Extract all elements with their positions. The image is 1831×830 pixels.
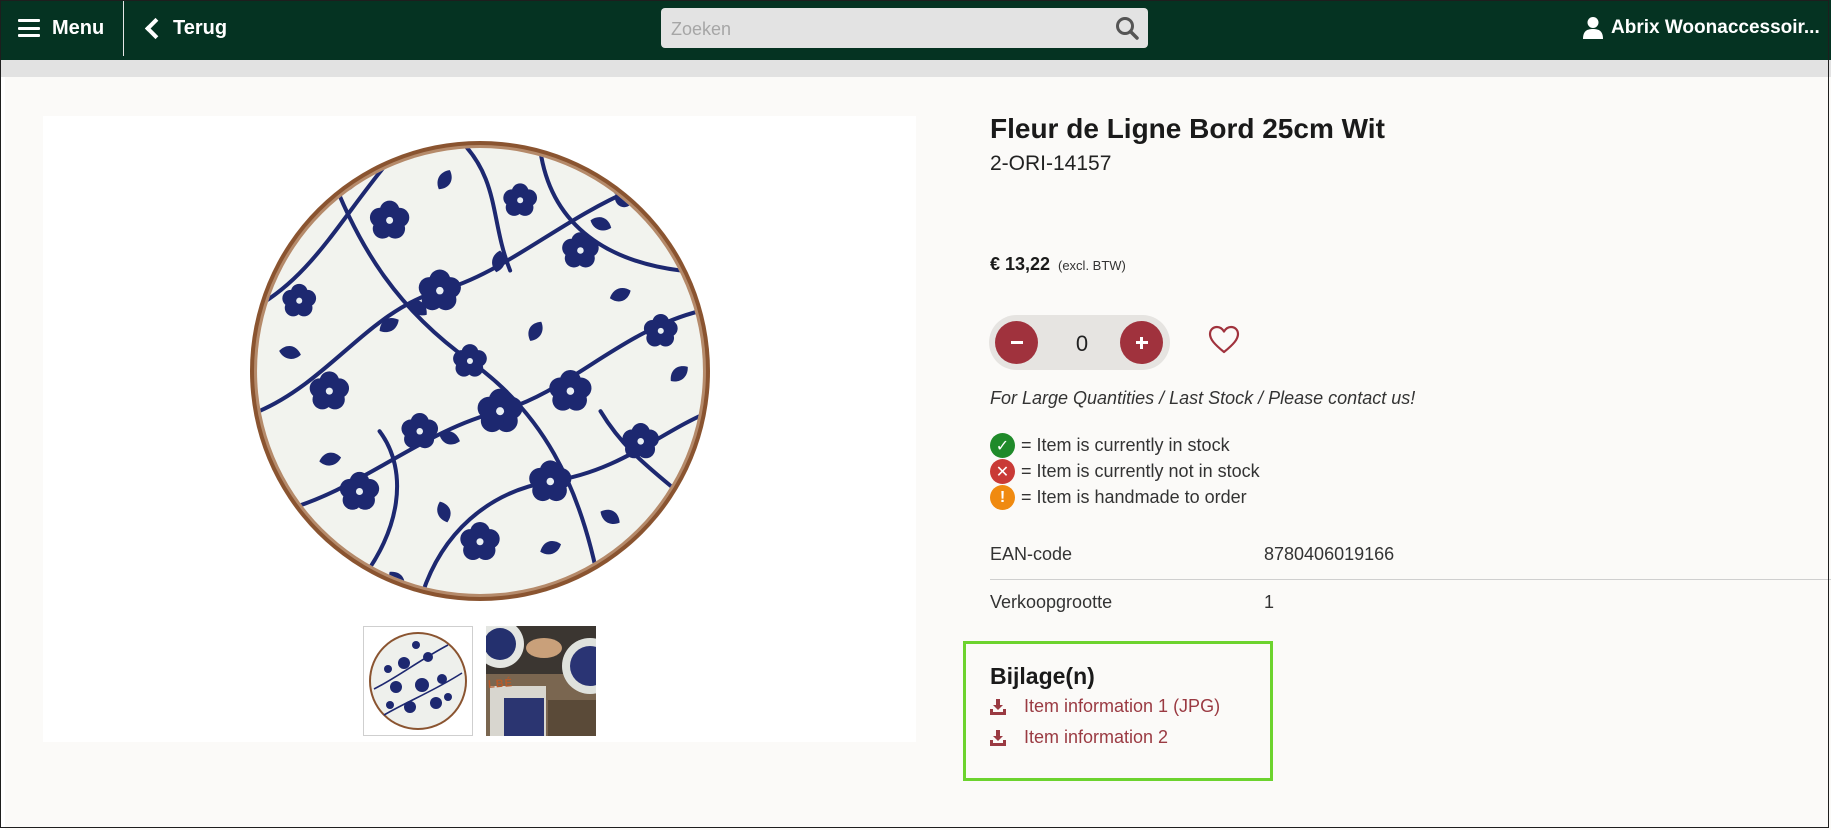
check-icon: ✓ (990, 433, 1015, 458)
decrease-quantity-button[interactable] (995, 321, 1038, 364)
plate-thumbnail-image (369, 632, 467, 730)
legend-not-in-stock: ✕ = Item is currently not in stock (990, 459, 1260, 484)
chevron-left-icon (144, 17, 167, 39)
search-box (661, 8, 1148, 50)
minus-icon (1010, 341, 1023, 344)
sub-header-bar (0, 60, 1831, 77)
lifestyle-thumbnail[interactable]: LBÉ (486, 626, 596, 736)
product-title: Fleur de Ligne Bord 25cm Wit (990, 113, 1385, 144)
lifestyle-thumbnail-caption: LBÉ (487, 677, 514, 691)
hamburger-icon (18, 19, 40, 37)
contact-note: For Large Quantities / Last Stock / Plea… (990, 388, 1416, 408)
attachment-label: Item information 2 (1024, 727, 1169, 747)
menu-label: Menu (52, 16, 105, 39)
plus-icon (1135, 336, 1148, 349)
menu-button[interactable]: Menu (18, 0, 104, 56)
attachments-title: Bijlage(n) (990, 663, 1095, 689)
attachment-label: Item information 1 (JPG) (1024, 696, 1221, 716)
spec-label: EAN-code (990, 544, 1073, 564)
download-icon (990, 698, 1006, 715)
attachment-link-1[interactable]: Item information 1 (JPG) (990, 696, 1220, 717)
product-sku: 2-ORI-14157 (990, 152, 1112, 175)
user-account-button[interactable]: Abrix Woonaccessoir... (1583, 0, 1823, 56)
favorite-heart-icon[interactable] (1208, 324, 1240, 356)
legend-handmade-text: = Item is handmade to order (1021, 487, 1247, 507)
header-divider (123, 0, 124, 56)
attachment-link-2[interactable]: Item information 2 (990, 727, 1168, 748)
spec-row-verkoopgrootte: Verkoopgrootte 1 (990, 592, 1831, 636)
plate-thumbnail[interactable] (363, 626, 473, 736)
spec-row-ean: EAN-code 8780406019166 (990, 544, 1831, 588)
increase-quantity-button[interactable] (1120, 321, 1163, 364)
spec-divider (990, 579, 1831, 580)
back-label: Terug (173, 16, 228, 39)
search-icon[interactable] (1114, 15, 1140, 41)
price-note: (excl. BTW) (1058, 258, 1126, 273)
exclamation-icon: ! (990, 485, 1015, 510)
product-price: € 13,22 (990, 254, 1051, 274)
spec-value: 1 (1264, 592, 1275, 612)
back-button[interactable]: Terug (144, 0, 227, 56)
legend-in-stock-text: = Item is currently in stock (1021, 435, 1230, 455)
product-image[interactable] (249, 140, 711, 602)
spec-value: 8780406019166 (1264, 544, 1395, 564)
legend-not-in-stock-text: = Item is currently not in stock (1021, 461, 1260, 481)
user-name: Abrix Woonaccessoir... (1611, 17, 1820, 38)
top-bar: Menu Terug Abrix Woonaccessoir... (0, 0, 1831, 60)
product-gallery: LBÉ (43, 116, 916, 742)
legend-handmade: ! = Item is handmade to order (990, 485, 1247, 510)
search-input[interactable] (669, 8, 1093, 50)
cross-icon: ✕ (990, 459, 1015, 484)
quantity-stepper (989, 315, 1170, 372)
spec-label: Verkoopgrootte (990, 592, 1113, 612)
user-icon (1583, 17, 1603, 39)
legend-in-stock: ✓ = Item is currently in stock (990, 433, 1230, 458)
download-icon (990, 729, 1006, 746)
quantity-input[interactable] (1041, 315, 1123, 372)
